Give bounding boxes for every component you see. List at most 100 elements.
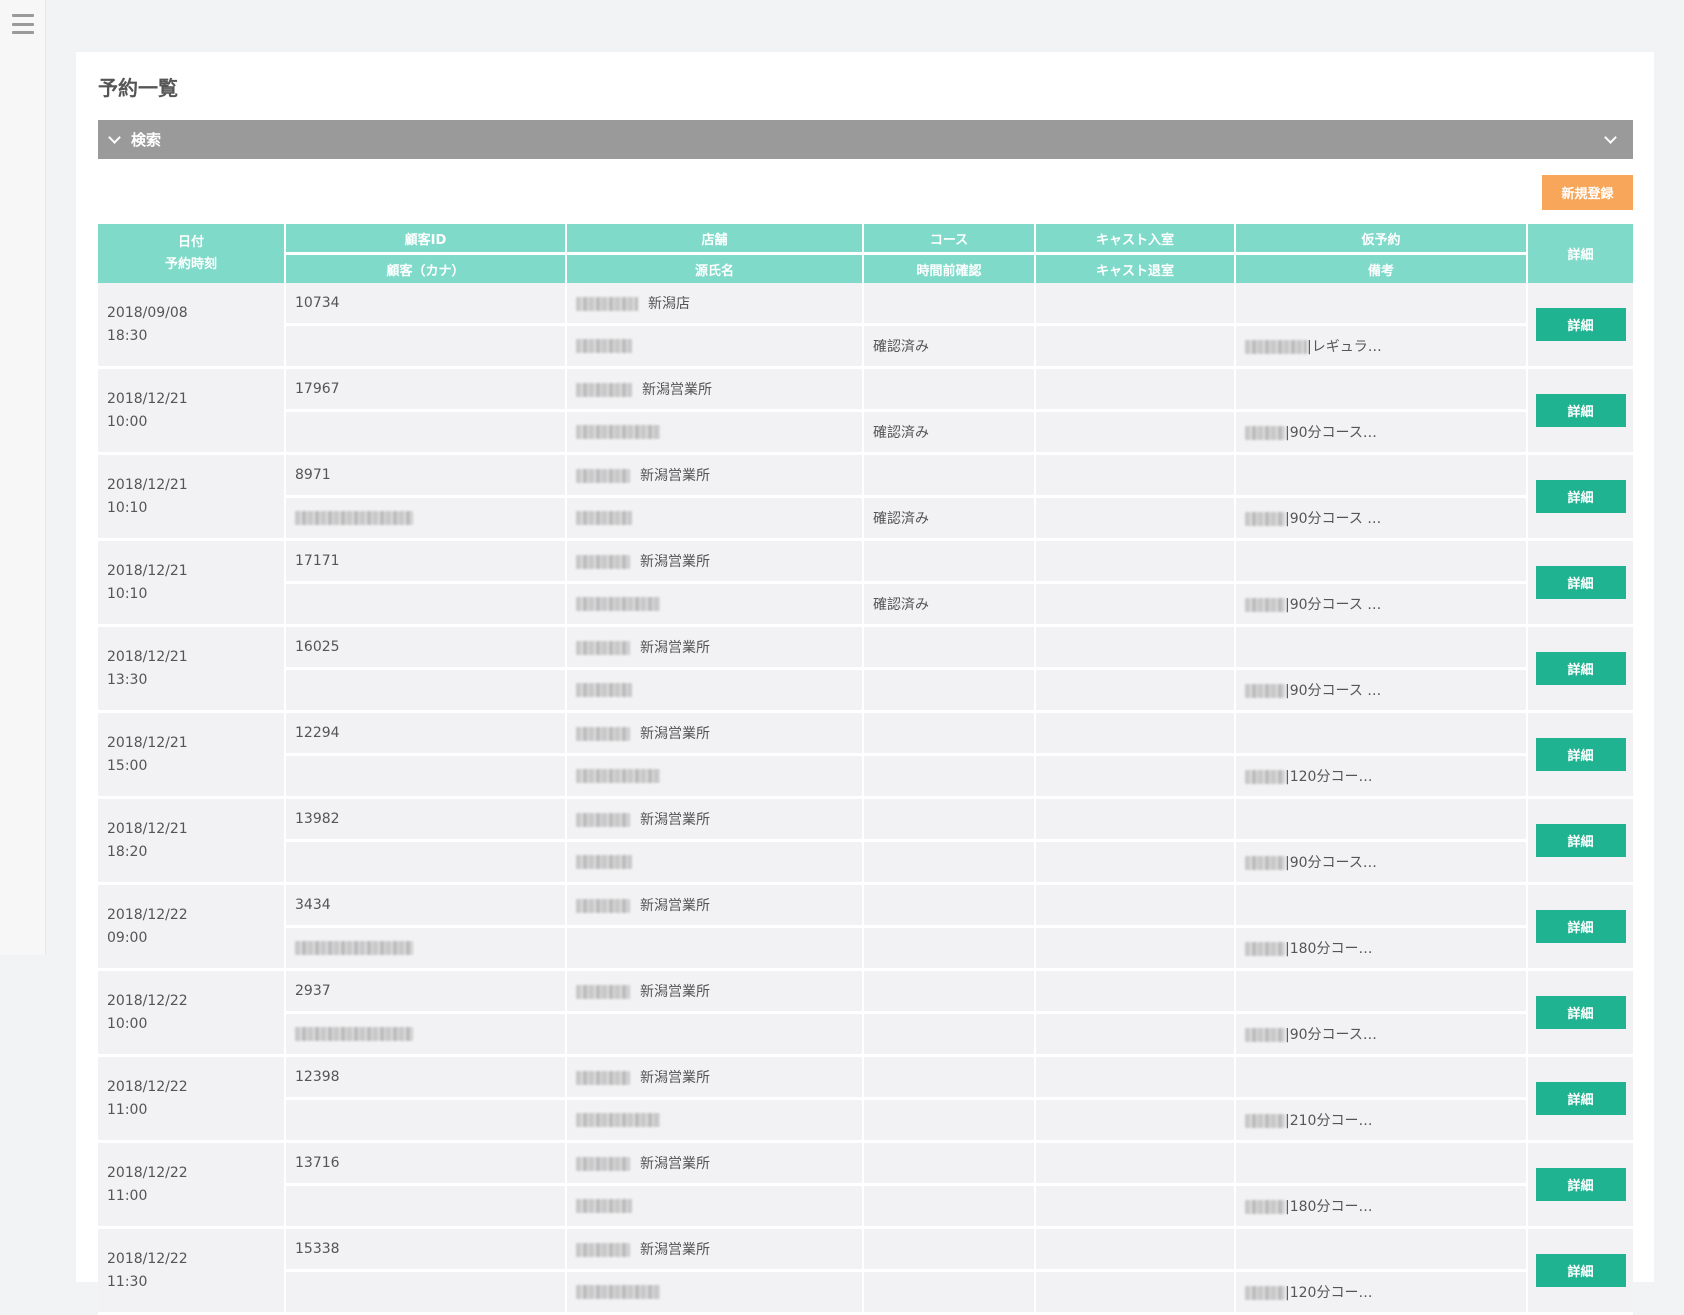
tentative-cell (1236, 541, 1528, 584)
reservation-time: 13:30 (107, 671, 148, 688)
table-row: 確認済み |90分コース … (98, 498, 1633, 541)
header-customer-kana: 顧客（カナ） (286, 255, 567, 283)
reservation-date: 2018/12/22 (107, 1250, 188, 1267)
sidebar (0, 0, 46, 955)
course-cell (864, 1229, 1036, 1272)
reservation-date: 2018/12/22 (107, 1078, 188, 1095)
table-row: 2018/12/22 11:30 15338 新潟営業所 詳細 (98, 1229, 1633, 1315)
customer-kana (286, 842, 567, 885)
detail-button[interactable]: 詳細 (1535, 566, 1626, 599)
remarks-text: |レギュラ… (1307, 339, 1382, 355)
reservation-date: 2018/12/22 (107, 906, 188, 923)
reservation-datetime: 2018/12/22 11:30 (98, 1229, 286, 1315)
redacted-text (1245, 770, 1285, 784)
redacted-text (1245, 598, 1285, 612)
cast-out-cell (1036, 1100, 1236, 1143)
reservation-date: 2018/12/22 (107, 1164, 188, 1181)
reservation-table: 日付 予約時刻 顧客ID 店舗 コース キャスト入室 仮予約 詳細 顧客（カナ）… (98, 224, 1633, 1315)
redacted-text (576, 383, 632, 397)
pre-confirm-status (864, 1272, 1036, 1315)
cast-in-cell (1036, 885, 1236, 928)
redacted-text (1245, 942, 1285, 956)
cast-in-cell (1036, 369, 1236, 412)
header-detail: 詳細 (1528, 224, 1633, 283)
detail-cell: 詳細 (1528, 369, 1633, 455)
redacted-text (1245, 1200, 1285, 1214)
detail-button[interactable]: 詳細 (1535, 394, 1626, 427)
course-cell (864, 971, 1036, 1014)
stage-name (567, 756, 864, 799)
detail-button[interactable]: 詳細 (1535, 1168, 1626, 1201)
store-cell: 新潟営業所 (567, 627, 864, 670)
customer-id: 13716 (286, 1143, 567, 1186)
tentative-cell (1236, 1057, 1528, 1100)
table-row: 2018/12/21 10:10 17171 新潟営業所 詳細 (98, 541, 1633, 627)
hamburger-menu-icon[interactable] (12, 14, 34, 34)
table-row: 2018/12/22 11:00 13716 新潟営業所 詳細 (98, 1143, 1633, 1229)
tentative-cell (1236, 971, 1528, 1014)
course-cell (864, 283, 1036, 326)
redacted-text (1245, 1114, 1285, 1128)
detail-button[interactable]: 詳細 (1535, 1082, 1626, 1115)
cast-in-cell (1036, 627, 1236, 670)
detail-button[interactable]: 詳細 (1535, 824, 1626, 857)
detail-button[interactable]: 詳細 (1535, 652, 1626, 685)
table-row: |120分コー… (98, 756, 1633, 799)
table-row: |90分コース… (98, 842, 1633, 885)
customer-id: 17967 (286, 369, 567, 412)
search-toggle[interactable]: 検索 (98, 120, 1633, 159)
table-row: 2018/12/22 11:00 12398 新潟営業所 詳細 (98, 1057, 1633, 1143)
customer-id: 15338 (286, 1229, 567, 1272)
chevron-down-icon (1604, 130, 1617, 144)
detail-button[interactable]: 詳細 (1535, 308, 1626, 341)
detail-cell: 詳細 (1528, 1229, 1633, 1315)
detail-button[interactable]: 詳細 (1535, 480, 1626, 513)
header-customer-id: 顧客ID (286, 224, 567, 255)
tentative-cell (1236, 283, 1528, 326)
header-cast-out: キャスト退室 (1036, 255, 1236, 283)
new-registration-button[interactable]: 新規登録 (1542, 175, 1633, 210)
stage-name (567, 326, 864, 369)
customer-kana (286, 584, 567, 627)
remarks-text: |90分コース … (1285, 597, 1382, 613)
table-row: 2018/09/08 18:30 10734 新潟店 詳細 (98, 283, 1633, 369)
store-name: 新潟営業所 (640, 468, 710, 484)
pre-confirm-status: 確認済み (864, 498, 1036, 541)
reservation-datetime: 2018/09/08 18:30 (98, 283, 286, 369)
detail-button[interactable]: 詳細 (1535, 1254, 1626, 1287)
store-cell: 新潟営業所 (567, 971, 864, 1014)
redacted-text (576, 899, 630, 913)
reservation-time: 10:00 (107, 1015, 148, 1032)
reservation-date: 2018/09/08 (107, 304, 188, 321)
reservation-datetime: 2018/12/21 10:10 (98, 455, 286, 541)
detail-cell: 詳細 (1528, 541, 1633, 627)
table-row: 確認済み |90分コース … (98, 584, 1633, 627)
store-cell: 新潟営業所 (567, 455, 864, 498)
reservation-date: 2018/12/22 (107, 992, 188, 1009)
reservation-time: 18:30 (107, 327, 148, 344)
remarks-text: |90分コース… (1285, 425, 1377, 441)
reservation-datetime: 2018/12/21 15:00 (98, 713, 286, 799)
course-cell (864, 1143, 1036, 1186)
pre-confirm-status (864, 756, 1036, 799)
detail-cell: 詳細 (1528, 455, 1633, 541)
cast-out-cell (1036, 670, 1236, 713)
course-cell (864, 627, 1036, 670)
detail-button[interactable]: 詳細 (1535, 996, 1626, 1029)
detail-cell: 詳細 (1528, 971, 1633, 1057)
remarks-text: |180分コー… (1285, 1199, 1373, 1215)
customer-kana (286, 756, 567, 799)
pre-confirm-status (864, 842, 1036, 885)
redacted-text (576, 1285, 660, 1299)
redacted-text (576, 425, 660, 439)
pre-confirm-status (864, 928, 1036, 971)
customer-id: 10734 (286, 283, 567, 326)
reservation-time: 10:00 (107, 413, 148, 430)
cast-out-cell (1036, 1014, 1236, 1057)
pre-confirm-status: 確認済み (864, 326, 1036, 369)
store-cell: 新潟営業所 (567, 799, 864, 842)
table-row: |90分コース… (98, 1014, 1633, 1057)
redacted-text (576, 985, 630, 999)
detail-button[interactable]: 詳細 (1535, 738, 1626, 771)
detail-button[interactable]: 詳細 (1535, 910, 1626, 943)
